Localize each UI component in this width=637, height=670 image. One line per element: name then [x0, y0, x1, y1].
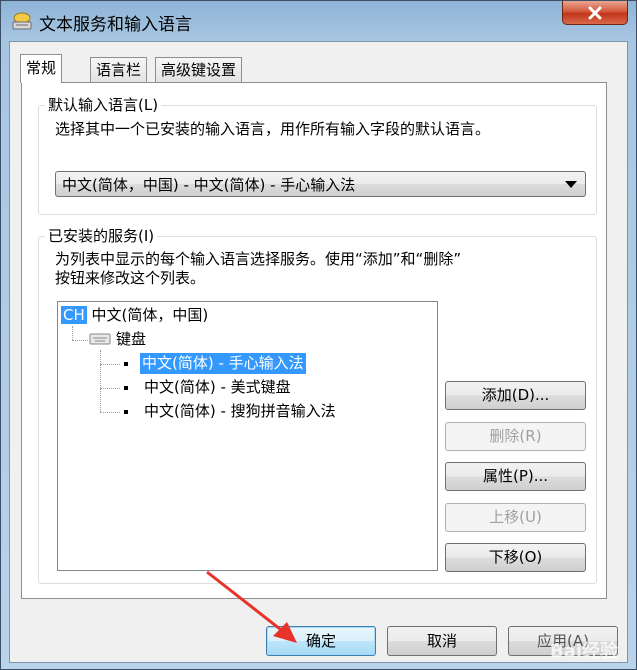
annotation-arrow-icon [206, 570, 297, 643]
title-bar[interactable]: 文本服务和输入语言 [1, 1, 636, 41]
window-title: 文本服务和输入语言 [39, 15, 192, 35]
services-tree[interactable]: CH 中文(简体，中国) 键盘 中文(简体) - 手心输入法 中文(简体) - … [57, 301, 438, 571]
installed-services-description-1: 为列表中显示的每个输入语言选择服务。使用“添加”和“删除” [55, 250, 462, 268]
close-icon [588, 6, 602, 19]
tree-language-label: 中文(简体，中国) [91, 306, 209, 324]
tree-item-service-1[interactable]: 中文(简体) - 手心输入法 [140, 353, 306, 374]
tree-item-service-2[interactable]: 中文(简体) - 美式键盘 [144, 377, 291, 398]
tree-connector [100, 412, 120, 413]
move-down-button[interactable]: 下移(O) [445, 543, 586, 572]
tab-language-bar[interactable]: 语言栏 [90, 57, 148, 82]
tree-connector [100, 388, 120, 389]
installed-services-group-title: 已安装的服务(I) [45, 226, 158, 246]
properties-button[interactable]: 属性(P)... [445, 462, 586, 491]
default-language-selected: 中文(简体，中国) - 中文(简体) - 手心输入法 [62, 176, 356, 194]
bullet-icon [124, 386, 128, 390]
dialog-window: 文本服务和输入语言 常规 语言栏 高级键设置 默认输入语言(L) 选择其中一个已… [0, 0, 637, 670]
default-language-description: 选择其中一个已安装的输入语言，用作所有输入字段的默认语言。 [55, 120, 491, 138]
tree-item-service-3[interactable]: 中文(简体) - 搜狗拼音输入法 [144, 401, 336, 422]
tree-language-node[interactable]: CH 中文(简体，中国) [61, 305, 208, 326]
cancel-button[interactable]: 取消 [387, 626, 497, 656]
installed-services-description-2: 按钮来修改这个列表。 [55, 269, 206, 287]
bullet-icon [124, 410, 128, 414]
language-badge: CH [61, 306, 87, 324]
tree-connector [72, 340, 88, 341]
tree-connector [100, 350, 101, 412]
chevron-down-icon [565, 181, 577, 188]
watermark-text: Bai经验 [549, 641, 618, 662]
tree-keyboard-node[interactable]: 键盘 [116, 329, 146, 350]
tree-connector [72, 326, 73, 340]
close-button[interactable] [562, 1, 628, 25]
add-button[interactable]: 添加(D)... [445, 381, 586, 410]
move-up-button[interactable]: 上移(U) [445, 503, 586, 532]
tree-connector [100, 364, 120, 365]
default-language-dropdown[interactable]: 中文(简体，中国) - 中文(简体) - 手心输入法 [55, 171, 586, 197]
default-language-group-title: 默认输入语言(L) [45, 95, 162, 115]
keyboard-language-icon [12, 12, 32, 30]
tab-advanced-key-settings[interactable]: 高级键设置 [155, 57, 243, 82]
tab-general[interactable]: 常规 [20, 54, 63, 83]
bullet-icon [124, 362, 128, 366]
keyboard-icon [89, 333, 111, 345]
remove-button[interactable]: 删除(R) [445, 422, 586, 451]
